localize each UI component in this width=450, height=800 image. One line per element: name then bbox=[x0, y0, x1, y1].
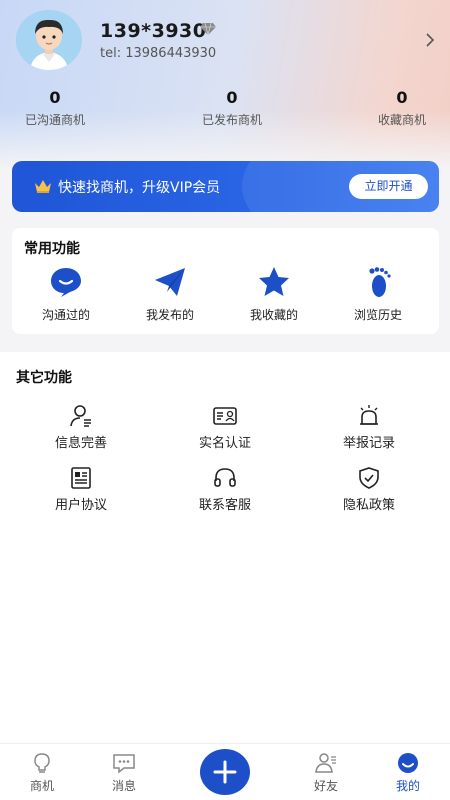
footprint-icon bbox=[369, 267, 391, 297]
star-icon bbox=[259, 267, 289, 296]
item-label: 联系客服 bbox=[198, 498, 251, 513]
message-icon bbox=[113, 754, 135, 774]
chat-bubble-icon bbox=[51, 268, 81, 297]
paper-plane-icon bbox=[155, 268, 185, 296]
info-complete-item[interactable]: 信息完善 bbox=[31, 404, 131, 451]
func-label: 我收藏的 bbox=[249, 308, 298, 322]
stat-favorites[interactable]: 0 收藏商机 bbox=[373, 88, 431, 128]
add-button[interactable] bbox=[200, 749, 250, 795]
shield-check-icon bbox=[359, 467, 379, 489]
func-published[interactable]: 我发布的 bbox=[130, 266, 210, 323]
func-label: 浏览历史 bbox=[353, 308, 402, 322]
stat-label: 收藏商机 bbox=[377, 113, 426, 127]
tab-messages[interactable]: 消息 bbox=[94, 752, 154, 794]
section-title: 常用功能 bbox=[24, 241, 80, 257]
id-card-icon bbox=[213, 407, 237, 425]
stat-label: 已沟通商机 bbox=[24, 113, 85, 127]
vip-banner[interactable]: 快速找商机，升级VIP会员 立即开通 bbox=[12, 161, 439, 212]
chevron-right-icon[interactable] bbox=[424, 33, 436, 47]
stat-value: 0 bbox=[396, 88, 408, 107]
func-label: 我发布的 bbox=[145, 308, 194, 322]
stat-published[interactable]: 0 已发布商机 bbox=[196, 88, 268, 128]
tab-label: 商机 bbox=[29, 779, 54, 793]
phone-number: tel: 13986443930 bbox=[100, 46, 217, 61]
crown-icon bbox=[35, 180, 51, 193]
user-agreement-item[interactable]: 用户协议 bbox=[31, 466, 131, 513]
tab-friends[interactable]: 好友 bbox=[296, 752, 356, 794]
username: 139*3930 bbox=[100, 20, 207, 42]
real-name-auth-item[interactable]: 实名认证 bbox=[175, 404, 275, 451]
tab-business[interactable]: 商机 bbox=[12, 752, 72, 794]
avatar-icon bbox=[16, 10, 82, 70]
other-functions-section: 其它功能 信息完善 实名认证 举报记录 用户协议 联系客服 隐私政策 bbox=[0, 352, 450, 742]
open-vip-button[interactable]: 立即开通 bbox=[349, 174, 428, 199]
tab-label: 消息 bbox=[111, 779, 136, 793]
customer-service-item[interactable]: 联系客服 bbox=[175, 466, 275, 513]
func-history[interactable]: 浏览历史 bbox=[338, 266, 418, 323]
func-label: 沟通过的 bbox=[41, 308, 90, 322]
func-favorites[interactable]: 我收藏的 bbox=[234, 266, 314, 323]
stat-contacted[interactable]: 0 已沟通商机 bbox=[20, 88, 90, 128]
common-functions-card: 常用功能 沟通过的 我发布的 我收藏的 浏览历史 bbox=[12, 228, 439, 334]
stat-value: 0 bbox=[49, 88, 61, 107]
report-record-item[interactable]: 举报记录 bbox=[319, 404, 419, 451]
lightbulb-icon bbox=[34, 753, 50, 773]
diamond-icon bbox=[200, 22, 216, 36]
stat-value: 0 bbox=[226, 88, 238, 107]
item-label: 隐私政策 bbox=[342, 498, 395, 513]
vip-banner-text: 快速找商机，升级VIP会员 bbox=[58, 180, 221, 196]
avatar[interactable] bbox=[16, 10, 82, 70]
alarm-icon bbox=[360, 405, 378, 425]
section-title: 其它功能 bbox=[16, 370, 72, 386]
tab-label: 我的 bbox=[395, 779, 420, 793]
item-label: 实名认证 bbox=[198, 436, 251, 451]
document-icon bbox=[71, 467, 91, 489]
tab-mine[interactable]: 我的 bbox=[378, 752, 438, 794]
profile-icon bbox=[398, 753, 418, 773]
func-communicated[interactable]: 沟通过的 bbox=[26, 266, 106, 323]
friends-icon bbox=[315, 753, 336, 773]
item-label: 举报记录 bbox=[342, 436, 395, 451]
privacy-policy-item[interactable]: 隐私政策 bbox=[319, 466, 419, 513]
headset-icon bbox=[214, 468, 236, 487]
user-edit-icon bbox=[70, 405, 91, 427]
plus-icon bbox=[213, 760, 237, 784]
profile-header: 139*3930 tel: 13986443930 0 已沟通商机 0 已发布商… bbox=[0, 0, 450, 150]
tab-label: 好友 bbox=[313, 779, 338, 793]
item-label: 信息完善 bbox=[54, 436, 107, 451]
item-label: 用户协议 bbox=[54, 498, 107, 513]
stat-label: 已发布商机 bbox=[201, 113, 262, 127]
